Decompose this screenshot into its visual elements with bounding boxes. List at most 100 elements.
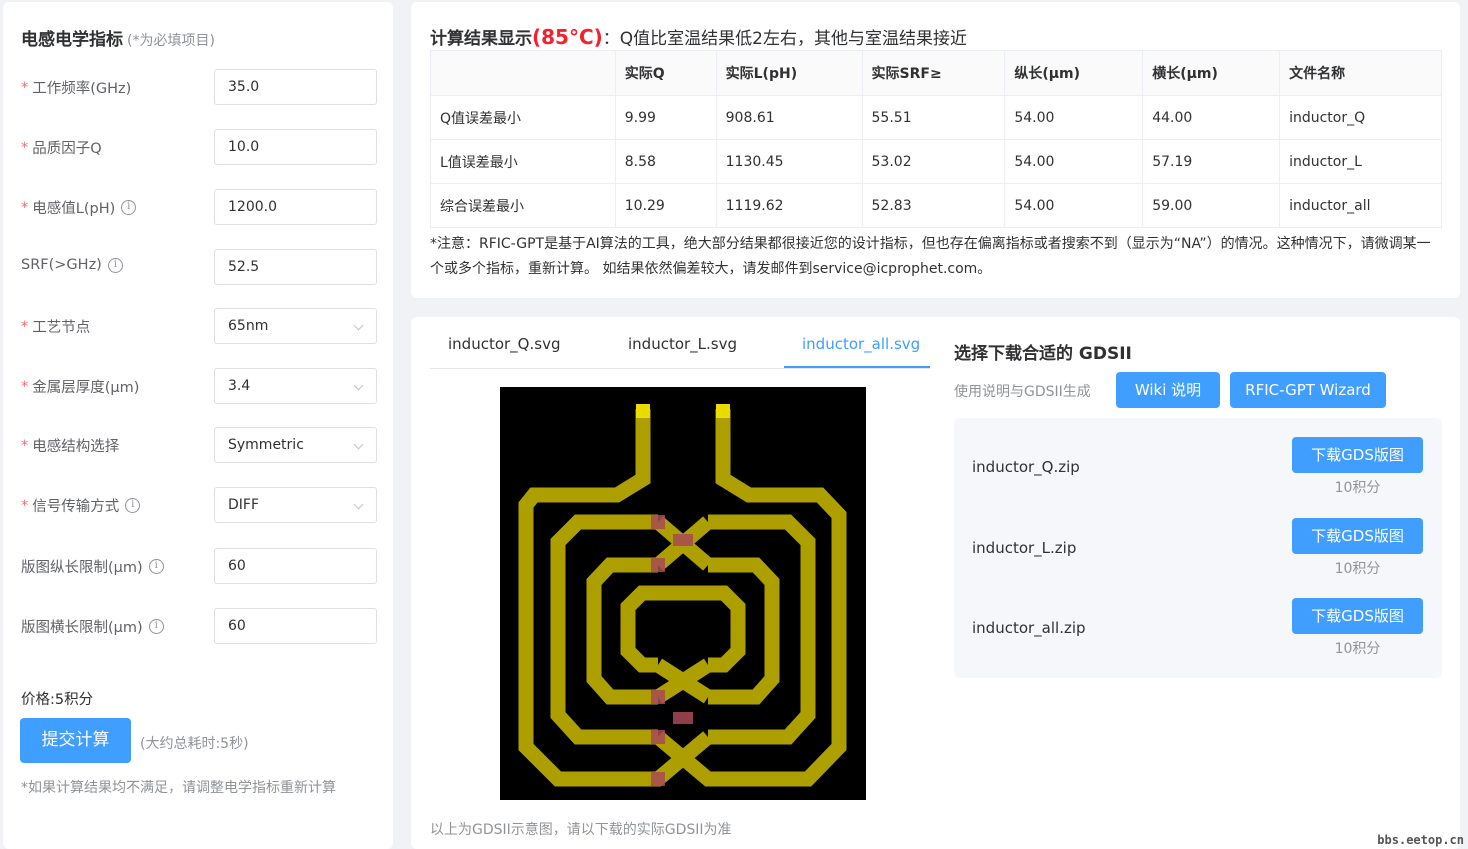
- form-title: 电感电学指标 (*为必填项目): [21, 25, 215, 50]
- table-row: L值误差最小 8.58 1130.45 53.02 54.00 57.19 inductor…: [430, 139, 1442, 184]
- process-node-label: * 工艺节点: [21, 316, 90, 337]
- chevron-down-icon: [353, 499, 364, 510]
- time-note: (大约总耗时:5秒): [140, 736, 249, 752]
- form-row-metal-thickness: * 金属层厚度(μm) 3.4: [3, 368, 393, 404]
- form-title-text: 电感电学指标: [21, 30, 123, 50]
- preview-panel: inductor_Q.svg inductor_L.svg inductor_a…: [411, 317, 1460, 849]
- download-gds-button-all[interactable]: 下载GDS版图: [1292, 598, 1423, 634]
- download-gds-button-q[interactable]: 下载GDS版图: [1292, 437, 1423, 473]
- column-header: 实际Q: [614, 50, 717, 96]
- result-table: 实际Q 实际L(pH) 实际SRF≥ 纵长(μm) 横长(μm) 文件名称 Q值误差最小 9…: [430, 50, 1442, 228]
- inductance-label-text: 电感值L(pH): [32, 201, 116, 217]
- result-panel: 计算结果显示(85°C)：Q值比室温结果低2左右，其他与室温结果接近 实际Q 实际…: [411, 2, 1460, 298]
- result-heading-main: 计算结果显示: [430, 29, 532, 49]
- required-star: *: [21, 437, 29, 454]
- table-cell: 综合误差最小: [430, 183, 616, 228]
- srf-label-text: SRF(>GHz): [21, 257, 102, 273]
- process-node-value: 65nm: [228, 318, 269, 334]
- result-heading-temp: (85°C): [532, 25, 603, 49]
- table-cell: 10.29: [614, 183, 717, 228]
- layout-height-limit-label: 版图纵长限制(μm) i: [21, 556, 164, 577]
- tab-inductor-l-svg[interactable]: inductor_L.svg: [628, 335, 737, 353]
- layout-width-limit-label-text: 版图横长限制(μm): [21, 620, 143, 636]
- result-heading: 计算结果显示(85°C)：Q值比室温结果低2左右，其他与室温结果接近: [430, 24, 967, 49]
- required-star: *: [21, 497, 29, 514]
- tab-inductor-all-svg[interactable]: inductor_all.svg: [802, 335, 920, 353]
- layout-width-limit-value: 60: [228, 618, 246, 634]
- wiki-button[interactable]: Wiki 说明: [1116, 372, 1220, 408]
- quality-factor-input[interactable]: 10.0: [214, 129, 377, 165]
- inductance-value: 1200.0: [228, 199, 277, 215]
- table-cell: 54.00: [1004, 95, 1144, 140]
- structure-label: * 电感结构选择: [21, 435, 119, 456]
- form-row-layout-width-limit: 版图横长限制(μm) i 60: [3, 608, 393, 644]
- structure-select[interactable]: Symmetric: [214, 427, 377, 463]
- required-star: *: [21, 199, 29, 216]
- table-cell: 9.99: [614, 95, 717, 140]
- download-gds-button-l[interactable]: 下载GDS版图: [1292, 518, 1423, 554]
- table-cell: 54.00: [1004, 183, 1144, 228]
- tab-active-indicator: [784, 366, 930, 368]
- form-row-inductance: * 电感值L(pH) i 1200.0: [3, 189, 393, 225]
- info-icon[interactable]: i: [121, 200, 137, 215]
- metal-thickness-value: 3.4: [228, 378, 251, 394]
- frequency-input[interactable]: 35.0: [214, 69, 377, 105]
- table-row: Q值误差最小 9.99 908.61 55.51 54.00 44.00 inductor_…: [430, 95, 1442, 140]
- layout-width-limit-input[interactable]: 60: [214, 608, 377, 644]
- required-note: (*为必填项目): [127, 33, 215, 49]
- table-cell: 55.51: [861, 95, 1006, 140]
- chevron-down-icon: [353, 380, 364, 391]
- file-cost-q: 10积分: [1334, 480, 1381, 496]
- table-cell: inductor_L: [1279, 139, 1442, 184]
- signal-mode-value: DIFF: [228, 497, 260, 513]
- process-node-select[interactable]: 65nm: [214, 308, 377, 344]
- process-node-label-text: 工艺节点: [32, 320, 91, 336]
- column-header: 文件名称: [1279, 50, 1442, 96]
- table-cell: 1130.45: [715, 139, 863, 184]
- metal-thickness-select[interactable]: 3.4: [214, 368, 377, 404]
- download-title: 选择下载合适的 GDSII: [954, 344, 1132, 364]
- tab-inductor-q-svg[interactable]: inductor_Q.svg: [448, 335, 560, 353]
- column-header: 横长(μm): [1142, 50, 1281, 96]
- column-header: 实际L(pH): [715, 50, 863, 96]
- quality-factor-label-text: 品质因子Q: [32, 141, 102, 157]
- table-row: 综合误差最小 10.29 1119.62 52.83 54.00 59.00 inducto…: [430, 183, 1442, 228]
- column-header: 纵长(μm): [1004, 50, 1144, 96]
- table-cell: Q值误差最小: [430, 95, 616, 140]
- info-icon[interactable]: i: [148, 559, 164, 574]
- file-name-l: inductor_L.zip: [972, 539, 1077, 557]
- metal-thickness-label: * 金属层厚度(μm): [21, 376, 139, 397]
- signal-mode-select[interactable]: DIFF: [214, 487, 377, 523]
- file-cost-all: 10积分: [1334, 641, 1381, 657]
- submit-button[interactable]: 提交计算: [20, 718, 131, 763]
- info-icon[interactable]: i: [107, 257, 123, 273]
- form-row-process-node: * 工艺节点 65nm: [3, 308, 393, 344]
- inductance-label: * 电感值L(pH) i: [21, 197, 137, 218]
- wizard-button[interactable]: RFIC-GPT Wizard: [1230, 372, 1386, 408]
- srf-label: SRF(>GHz) i: [21, 257, 123, 273]
- table-cell: 1119.62: [715, 183, 863, 228]
- tab-bar-divider: [430, 368, 930, 369]
- layout-height-limit-input[interactable]: 60: [214, 548, 377, 584]
- table-cell: inductor_Q: [1279, 95, 1442, 140]
- structure-label-text: 电感结构选择: [32, 439, 120, 455]
- info-icon[interactable]: i: [125, 498, 141, 513]
- required-star: *: [21, 139, 29, 156]
- srf-input[interactable]: 52.5: [214, 249, 377, 285]
- srf-value: 52.5: [228, 259, 260, 275]
- frequency-label: * 工作频率(GHz): [21, 77, 131, 98]
- table-header-row: 实际Q 实际L(pH) 实际SRF≥ 纵长(μm) 横长(μm) 文件名称: [430, 50, 1442, 96]
- inductance-input[interactable]: 1200.0: [214, 189, 377, 225]
- result-note: *注意：RFIC-GPT是基于AI算法的工具，绝大部分结果都很接近您的设计指标，…: [430, 236, 1431, 277]
- table-cell: 8.58: [614, 139, 717, 184]
- layout-height-limit-value: 60: [228, 558, 246, 574]
- inductor-layout-graphic: [518, 404, 847, 787]
- price-label: 价格:5积分: [21, 692, 94, 708]
- required-star: *: [21, 79, 29, 96]
- form-footnote: *如果计算结果均不满足，请调整电学指标重新计算: [21, 780, 336, 796]
- chevron-down-icon: [353, 439, 364, 450]
- result-heading-sub: ：Q值比室温结果低2左右，其他与室温结果接近: [602, 29, 967, 49]
- structure-value: Symmetric: [228, 437, 304, 453]
- info-icon[interactable]: i: [148, 619, 164, 634]
- layout-width-limit-label: 版图横长限制(μm) i: [21, 616, 164, 637]
